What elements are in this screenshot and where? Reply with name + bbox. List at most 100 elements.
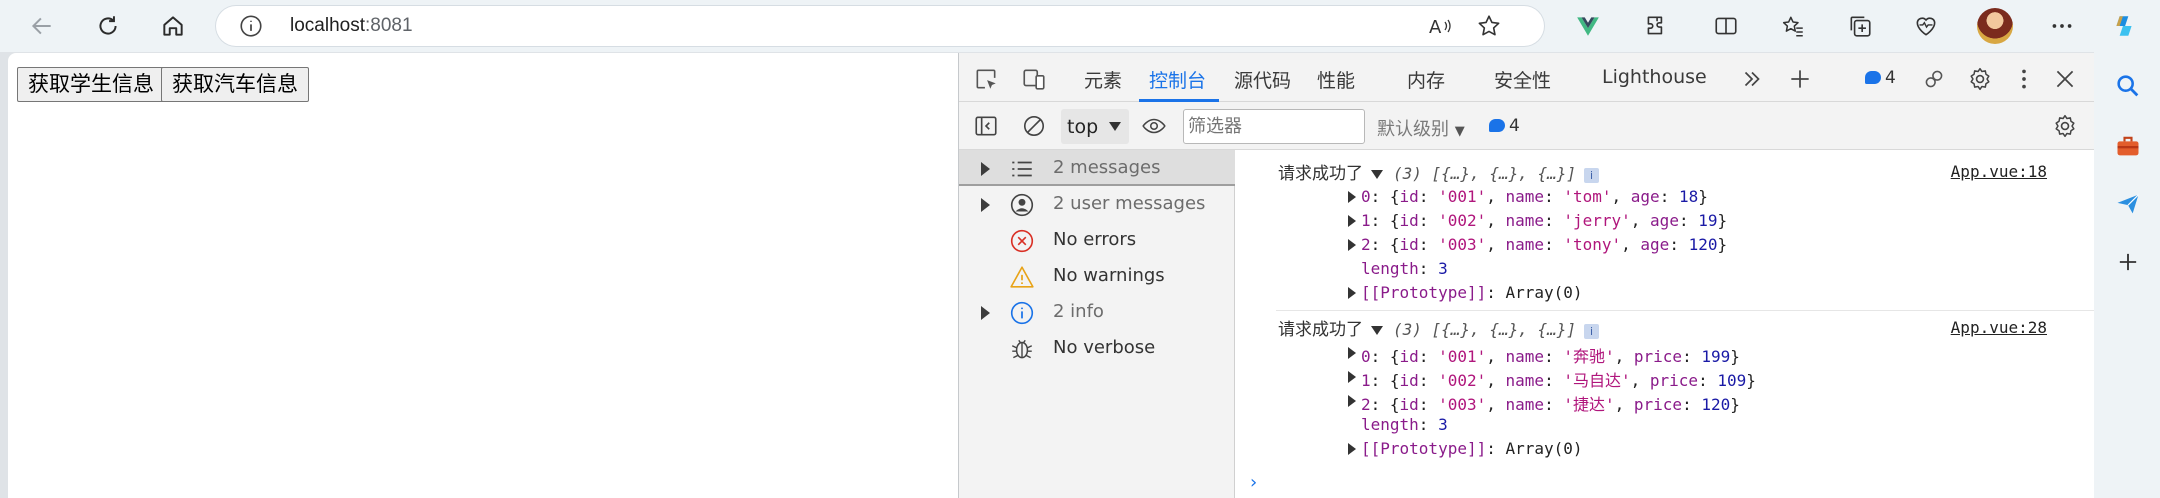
toggle-sidebar-icon[interactable] — [973, 113, 999, 139]
tab-console[interactable]: 控制台 — [1149, 66, 1206, 93]
issues-counter[interactable]: 4 — [1865, 68, 1896, 88]
address-bar[interactable]: localhost:8081 A — [216, 6, 1544, 46]
more-tabs-icon[interactable] — [1739, 66, 1765, 92]
log-source-link[interactable]: App.vue:28 — [1951, 318, 2047, 337]
profile-avatar[interactable] — [1977, 8, 2013, 44]
item-id: 002 — [1447, 211, 1477, 230]
array-item[interactable]: 0: {id: '001', name: '奔驰', price: 199} — [1348, 343, 1740, 367]
home-icon — [163, 16, 183, 36]
item-index: 2 — [1361, 235, 1371, 254]
settings-more-button[interactable] — [2044, 8, 2080, 44]
refresh-icon — [99, 16, 117, 35]
tab-lighthouse[interactable]: Lighthouse — [1602, 66, 1707, 88]
favorite-star-icon[interactable] — [1476, 13, 1502, 39]
expand-triangle-icon[interactable] — [981, 306, 990, 320]
sidebar-item-label: 2 info — [1053, 301, 1104, 322]
log-summary: (3) [{…}, {…}, {…}] — [1393, 320, 1577, 339]
console-settings-gear-icon[interactable] — [2052, 113, 2078, 139]
add-sidebar-app-icon[interactable] — [2114, 248, 2142, 276]
get-students-button[interactable]: 获取学生信息 — [17, 67, 165, 102]
toolbox-icon[interactable] — [2114, 132, 2142, 160]
extensions-button[interactable] — [1638, 8, 1674, 44]
info-badge-icon[interactable]: i — [1584, 324, 1600, 339]
sidebar-item-user-messages[interactable]: 2 user messages — [959, 186, 1235, 222]
array-length: length: 3 — [1361, 415, 1448, 434]
expand-triangle-icon — [1348, 371, 1356, 383]
array-item[interactable]: 1: {id: '002', name: 'jerry', age: 19} — [1348, 211, 1727, 230]
length-value: 3 — [1438, 415, 1448, 434]
tab-sources[interactable]: 源代码 — [1234, 66, 1291, 93]
add-tab-icon[interactable] — [1787, 66, 1813, 92]
bug-icon — [1011, 339, 1033, 359]
edge-sidebar — [2094, 52, 2160, 498]
log-header[interactable]: 请求成功了 (3) [{…}, {…}, {…}] i — [1278, 315, 1600, 340]
collections-button[interactable] — [1842, 8, 1878, 44]
sidebar-item-label: No errors — [1053, 229, 1137, 250]
favorites-button[interactable] — [1775, 8, 1811, 44]
log-summary: (3) [{…}, {…}, {…}] — [1393, 164, 1577, 183]
collapse-triangle-icon[interactable] — [1371, 170, 1383, 179]
vue-devtools-extension[interactable] — [1570, 8, 1606, 44]
tab-memory[interactable]: 内存 — [1407, 66, 1445, 93]
array-item[interactable]: 2: {id: '003', name: 'tony', age: 120} — [1348, 235, 1727, 254]
item-value: 199 — [1701, 347, 1731, 366]
send-plane-icon[interactable] — [2114, 190, 2142, 218]
close-devtools-icon[interactable] — [2052, 66, 2078, 92]
url-port: :8081 — [365, 15, 413, 36]
puzzle-icon — [1647, 16, 1663, 35]
filter-input[interactable] — [1183, 109, 1365, 144]
expand-triangle-icon[interactable] — [981, 162, 990, 176]
tab-performance[interactable]: 性能 — [1317, 66, 1355, 93]
get-cars-button[interactable]: 获取汽车信息 — [161, 67, 309, 102]
connect-device-icon[interactable] — [1921, 66, 1947, 92]
expand-triangle-icon — [1348, 215, 1356, 227]
context-select[interactable]: top — [1061, 109, 1129, 144]
message-counter[interactable]: 4 — [1489, 116, 1520, 136]
item-value: 18 — [1678, 187, 1699, 206]
expand-triangle-icon[interactable] — [981, 198, 990, 212]
back-button[interactable] — [24, 8, 60, 44]
array-prototype[interactable]: [[Prototype]]: Array(0) — [1348, 283, 1583, 302]
kebab-menu-icon[interactable] — [2011, 66, 2037, 92]
console-prompt[interactable]: › — [1250, 472, 1257, 493]
log-level-select[interactable]: 默认级别 ▼ — [1377, 115, 1465, 141]
sidebar-item-warnings[interactable]: No warnings — [959, 258, 1235, 294]
device-toolbar-icon[interactable] — [1021, 66, 1047, 92]
array-item[interactable]: 1: {id: '002', name: '马自达', price: 109} — [1348, 367, 1756, 391]
log-header[interactable]: 请求成功了 (3) [{…}, {…}, {…}] i — [1278, 159, 1600, 184]
settings-gear-icon[interactable] — [1967, 66, 1993, 92]
browser-essentials-button[interactable] — [1908, 8, 1944, 44]
split-screen-button[interactable] — [1708, 8, 1744, 44]
error-icon — [1010, 229, 1034, 253]
array-item[interactable]: 2: {id: '003', name: '捷达', price: 120} — [1348, 391, 1740, 415]
url-text[interactable]: localhost:8081 — [290, 15, 413, 37]
sidebar-item-info[interactable]: 2 info — [959, 294, 1235, 330]
home-button[interactable] — [155, 8, 191, 44]
inspect-element-icon[interactable] — [973, 66, 999, 92]
collapse-triangle-icon[interactable] — [1371, 326, 1383, 335]
live-expression-eye-icon[interactable] — [1141, 113, 1167, 139]
tab-security[interactable]: 安全性 — [1494, 66, 1551, 93]
array-item[interactable]: 0: {id: '001', name: 'tom', age: 18} — [1348, 187, 1708, 206]
copilot-button[interactable] — [2106, 8, 2142, 44]
item-key: price — [1649, 371, 1699, 390]
site-info-icon[interactable] — [238, 13, 264, 39]
sidebar-item-messages[interactable]: 2 messages — [959, 150, 1235, 186]
clear-console-icon[interactable] — [1021, 113, 1047, 139]
info-icon — [1010, 301, 1034, 325]
tab-elements[interactable]: 元素 — [1084, 66, 1122, 93]
item-index: 0 — [1361, 187, 1371, 206]
array-prototype[interactable]: [[Prototype]]: Array(0) — [1348, 439, 1583, 458]
expand-triangle-icon — [1348, 395, 1356, 407]
url-host: localhost — [290, 15, 365, 36]
info-badge-icon[interactable]: i — [1584, 168, 1600, 183]
log-source-link[interactable]: App.vue:18 — [1951, 162, 2047, 181]
refresh-button[interactable] — [90, 8, 126, 44]
sidebar-item-verbose[interactable]: No verbose — [959, 330, 1235, 366]
sidebar-item-errors[interactable]: No errors — [959, 222, 1235, 258]
read-aloud-icon[interactable]: A — [1428, 14, 1452, 38]
search-icon[interactable] — [2114, 72, 2142, 100]
issues-count: 4 — [1885, 68, 1896, 88]
item-id: 003 — [1447, 395, 1477, 414]
prototype-value: Array(0) — [1505, 439, 1583, 458]
